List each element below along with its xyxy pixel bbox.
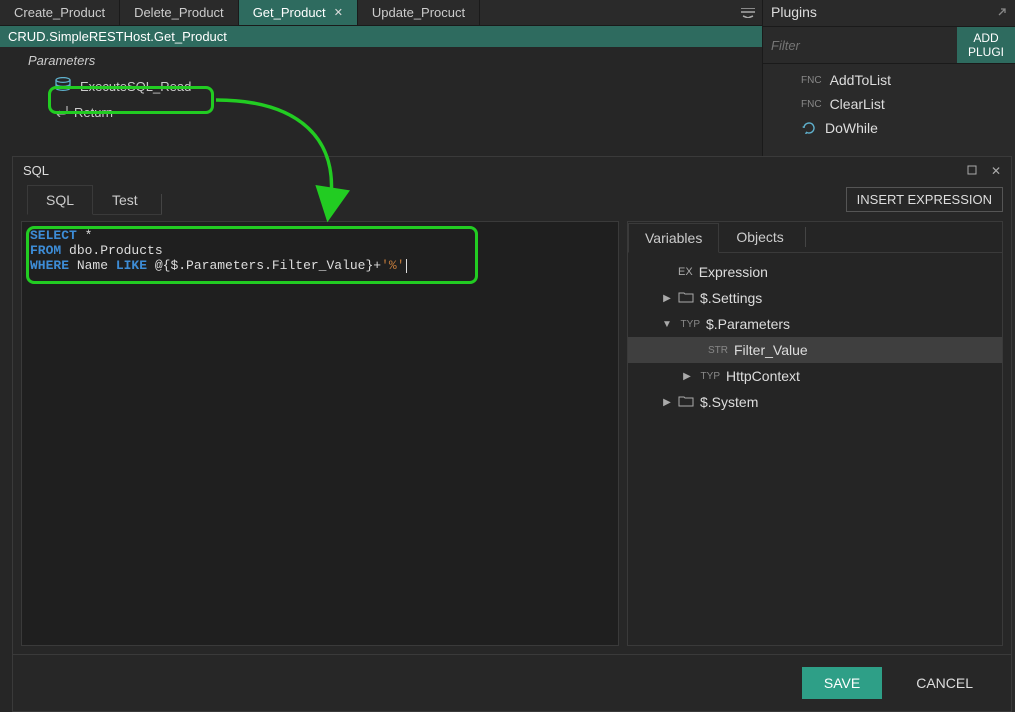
editor-tab-bar: Create_Product Delete_Product Get_Produc… xyxy=(0,0,762,26)
add-plugin-button[interactable]: ADD PLUGI xyxy=(957,27,1015,63)
breadcrumb: CRUD.SimpleRESTHost.Get_Product xyxy=(0,26,762,47)
var-filter-value[interactable]: STR Filter_Value xyxy=(628,337,1002,363)
plugin-label: AddToList xyxy=(830,72,891,88)
variables-tree: EX Expression ▶ $.Settings ▼ TYP $.Param… xyxy=(628,253,1002,645)
sql-string: '%' xyxy=(381,258,404,273)
plugins-title: Plugins xyxy=(771,4,817,20)
sql-keyword: SELECT xyxy=(30,228,77,243)
var-label: HttpContext xyxy=(726,368,800,384)
var-label: Filter_Value xyxy=(734,342,808,358)
var-system[interactable]: ▶ $.System xyxy=(628,389,1002,415)
close-icon[interactable]: ✕ xyxy=(991,164,1001,178)
dialog-footer: SAVE CANCEL xyxy=(13,654,1011,711)
plugin-list: FNC AddToList FNC ClearList DoWhile xyxy=(763,64,1015,144)
var-label: $.System xyxy=(700,394,758,410)
plugins-panel: Plugins ADD PLUGI FNC AddToList FNC Clea… xyxy=(762,0,1015,162)
sql-keyword: WHERE xyxy=(30,258,69,273)
tab-label: Create_Product xyxy=(14,5,105,20)
sql-keyword: LIKE xyxy=(116,258,147,273)
expression-icon: EX xyxy=(678,266,693,278)
cancel-button[interactable]: CANCEL xyxy=(894,667,995,699)
var-label: Expression xyxy=(699,264,768,280)
sql-keyword: FROM xyxy=(30,243,61,258)
plugins-filter-input[interactable] xyxy=(763,27,957,63)
tab-test[interactable]: Test xyxy=(93,185,157,214)
pop-out-icon[interactable] xyxy=(997,4,1007,20)
sql-dialog-tabs: SQL Test xyxy=(27,184,162,215)
plugin-label: DoWhile xyxy=(825,120,878,136)
var-parameters[interactable]: ▼ TYP $.Parameters xyxy=(628,311,1002,337)
sql-text: @{$.Parameters.Filter_Value}+ xyxy=(147,258,381,273)
plugin-item-addtolist[interactable]: FNC AddToList xyxy=(801,68,1015,92)
text-caret xyxy=(406,259,407,273)
insert-expression-button[interactable]: INSERT EXPRESSION xyxy=(846,187,1003,212)
tab-create-product[interactable]: Create_Product xyxy=(0,0,120,25)
tree-parameters[interactable]: Parameters xyxy=(0,49,762,71)
variables-panel: Variables Objects EX Expression ▶ $.Sett… xyxy=(627,221,1003,646)
tab-label: Update_Procuct xyxy=(372,5,465,20)
sql-text: Name xyxy=(69,258,116,273)
sql-code-editor[interactable]: SELECT * FROM dbo.Products WHERE Name LI… xyxy=(21,221,619,646)
plugin-tag: FNC xyxy=(801,99,822,110)
highlight-exec-box xyxy=(48,86,214,114)
tab-delete-product[interactable]: Delete_Product xyxy=(120,0,239,25)
type-tag: STR xyxy=(706,345,728,356)
var-http-context[interactable]: ▶ TYP HttpContext xyxy=(628,363,1002,389)
var-label: $.Settings xyxy=(700,290,762,306)
sql-text: dbo.Products xyxy=(61,243,162,258)
type-tag: TYP xyxy=(678,319,700,330)
tab-sql[interactable]: SQL xyxy=(27,185,93,215)
sql-text: * xyxy=(77,228,93,243)
plugin-item-dowhile[interactable]: DoWhile xyxy=(801,116,1015,140)
sql-dialog: SQL ✕ SQL Test INSERT EXPRESSION SELECT … xyxy=(12,156,1012,712)
tab-update-product[interactable]: Update_Procuct xyxy=(358,0,480,25)
var-settings[interactable]: ▶ $.Settings xyxy=(628,285,1002,311)
plugin-label: ClearList xyxy=(830,96,885,112)
maximize-icon[interactable] xyxy=(967,164,977,178)
folder-icon xyxy=(678,394,694,410)
tab-get-product[interactable]: Get_Product ✕ xyxy=(239,0,358,25)
folder-icon xyxy=(678,290,694,306)
close-icon[interactable]: ✕ xyxy=(334,6,343,19)
var-label: $.Parameters xyxy=(706,316,790,332)
var-expression[interactable]: EX Expression xyxy=(628,259,1002,285)
save-button[interactable]: SAVE xyxy=(802,667,882,699)
dialog-title: SQL xyxy=(23,163,49,178)
tab-overflow-icon[interactable] xyxy=(734,0,762,25)
tab-variables[interactable]: Variables xyxy=(628,223,719,253)
plugin-tag: FNC xyxy=(801,75,822,86)
loop-icon xyxy=(801,120,817,136)
tab-label: Get_Product xyxy=(253,5,326,20)
tab-objects[interactable]: Objects xyxy=(719,222,800,252)
tab-label: Delete_Product xyxy=(134,5,224,20)
plugin-item-clearlist[interactable]: FNC ClearList xyxy=(801,92,1015,116)
type-tag: TYP xyxy=(698,371,720,382)
